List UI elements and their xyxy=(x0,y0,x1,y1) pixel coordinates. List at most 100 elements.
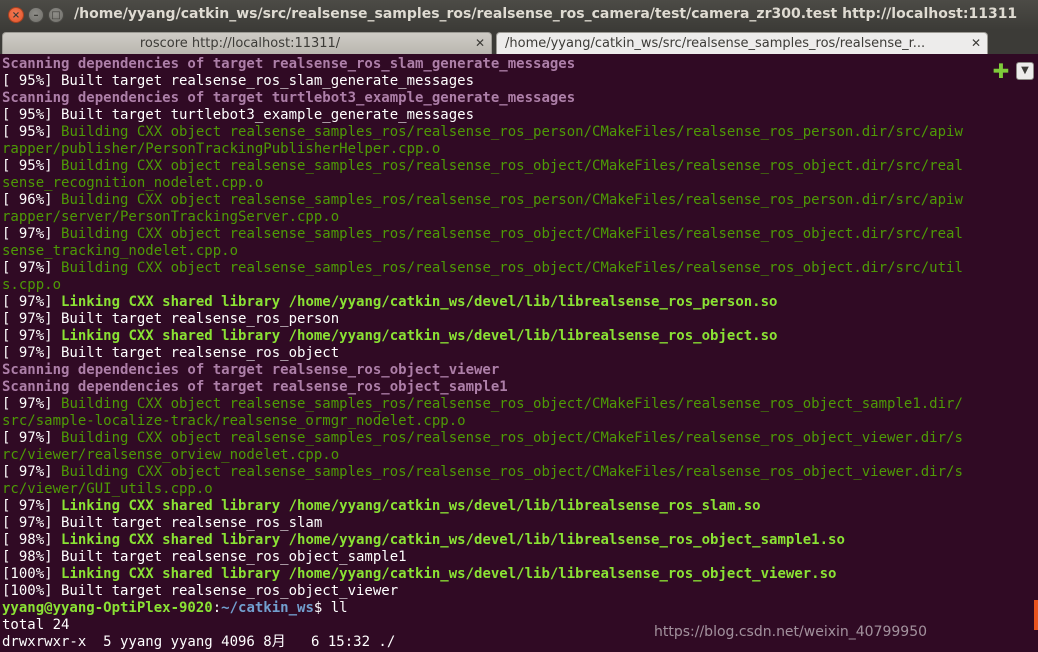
tab-label: /home/yyang/catkin_ws/src/realsense_samp… xyxy=(505,36,926,51)
terminal-line: [ 97%] Linking CXX shared library /home/… xyxy=(2,498,1032,515)
progress-percent: [ 97%] xyxy=(2,260,62,276)
minimize-icon: – xyxy=(33,10,39,21)
progress-percent: [ 95%] xyxy=(2,158,62,174)
line-text: [ 95%] Built target turtlebot3_example_g… xyxy=(2,107,475,123)
progress-percent: [ 97%] xyxy=(2,430,62,446)
terminal-line: Scanning dependencies of target realsens… xyxy=(2,379,1032,396)
progress-percent: [ 97%] xyxy=(2,226,62,242)
line-text: s.cpp.o xyxy=(2,277,62,293)
terminal-line: [ 97%] Building CXX object realsense_sam… xyxy=(2,260,1032,277)
line-text: Building CXX object realsense_samples_ro… xyxy=(61,260,963,276)
line-text: Building CXX object realsense_samples_ro… xyxy=(61,124,963,140)
line-text: sense_tracking_nodelet.cpp.o xyxy=(2,243,239,259)
maximize-icon: □ xyxy=(51,10,61,21)
terminal-line: [ 97%] Built target realsense_ros_person xyxy=(2,311,1032,328)
terminal-line: [ 95%] Built target realsense_ros_slam_g… xyxy=(2,73,1032,90)
terminal-line: rc/viewer/GUI_utils.cpp.o xyxy=(2,481,1032,498)
progress-percent: [ 97%] xyxy=(2,328,62,344)
scrollbar[interactable] xyxy=(1034,600,1038,630)
line-text: src/sample-localize-track/realsense_ormg… xyxy=(2,413,466,429)
line-text: rc/viewer/GUI_utils.cpp.o xyxy=(2,481,213,497)
terminal-line: rapper/server/PersonTrackingServer.cpp.o xyxy=(2,209,1032,226)
terminal-line: [ 97%] Building CXX object realsense_sam… xyxy=(2,464,1032,481)
line-text: Building CXX object realsense_samples_ro… xyxy=(61,430,963,446)
watermark: https://blog.csdn.net/weixin_40799950 xyxy=(654,624,928,640)
tab-label: roscore http://localhost:11311/ xyxy=(139,36,341,51)
terminal-line: [ 98%] Built target realsense_ros_object… xyxy=(2,549,1032,566)
terminal-line: [ 95%] Building CXX object realsense_sam… xyxy=(2,158,1032,175)
line-text: Scanning dependencies of target realsens… xyxy=(2,56,576,72)
line-text: sense_recognition_nodelet.cpp.o xyxy=(2,175,264,191)
line-text: Building CXX object realsense_samples_ro… xyxy=(61,396,963,412)
close-tab-icon[interactable]: ✕ xyxy=(971,33,981,54)
tab-roscore[interactable]: roscore http://localhost:11311/ ✕ xyxy=(2,32,492,54)
shell-prompt: yyang@yyang-OptiPlex-9020:~/catkin_ws$ l… xyxy=(2,600,1032,617)
line-text: Linking CXX shared library /home/yyang/c… xyxy=(61,532,845,548)
line-text: Scanning dependencies of target realsens… xyxy=(2,379,508,395)
line-text: Building CXX object realsense_samples_ro… xyxy=(61,464,963,480)
line-text: Building CXX object realsense_samples_ro… xyxy=(61,226,963,242)
progress-percent: [100%] xyxy=(2,566,62,582)
line-text: [ 97%] Built target realsense_ros_object xyxy=(2,345,340,361)
close-icon: × xyxy=(11,10,21,21)
terminal-line: [ 97%] Built target realsense_ros_slam xyxy=(2,515,1032,532)
terminal-line: [ 97%] Building CXX object realsense_sam… xyxy=(2,430,1032,447)
terminal-line: [ 97%] Built target realsense_ros_object xyxy=(2,345,1032,362)
progress-percent: [ 98%] xyxy=(2,532,62,548)
line-text: Linking CXX shared library /home/yyang/c… xyxy=(61,498,761,514)
terminal-line: s.cpp.o xyxy=(2,277,1032,294)
terminal-line: [ 97%] Linking CXX shared library /home/… xyxy=(2,328,1032,345)
line-text: [ 95%] Built target realsense_ros_slam_g… xyxy=(2,73,475,89)
line-text: [ 97%] Built target realsense_ros_person xyxy=(2,311,340,327)
line-text: rapper/server/PersonTrackingServer.cpp.o xyxy=(2,209,340,225)
close-tab-icon[interactable]: ✕ xyxy=(475,33,485,54)
terminal-line: Scanning dependencies of target realsens… xyxy=(2,362,1032,379)
prompt-cwd: ~/catkin_ws xyxy=(221,600,314,616)
line-text: Building CXX object realsense_samples_ro… xyxy=(61,192,963,208)
line-text: Linking CXX shared library /home/yyang/c… xyxy=(61,566,837,582)
maximize-window-button[interactable]: □ xyxy=(48,7,64,23)
prompt-separator: : xyxy=(212,600,222,616)
line-text: Scanning dependencies of target turtlebo… xyxy=(2,90,576,106)
prompt-symbol: $ xyxy=(313,600,331,616)
line-text: [ 98%] Built target realsense_ros_object… xyxy=(2,549,407,565)
line-text: Linking CXX shared library /home/yyang/c… xyxy=(61,294,778,310)
terminal-line: [ 95%] Built target turtlebot3_example_g… xyxy=(2,107,1032,124)
terminal-line: [ 97%] Linking CXX shared library /home/… xyxy=(2,294,1032,311)
progress-percent: [ 97%] xyxy=(2,396,62,412)
close-window-button[interactable]: × xyxy=(8,7,24,23)
progress-percent: [ 96%] xyxy=(2,192,62,208)
terminal-line: [ 96%] Building CXX object realsense_sam… xyxy=(2,192,1032,209)
line-text: rc/viewer/realsense_orview_nodelet.cpp.o xyxy=(2,447,340,463)
terminal-line: [ 97%] Building CXX object realsense_sam… xyxy=(2,396,1032,413)
line-text: Building CXX object realsense_samples_ro… xyxy=(61,158,963,174)
tab-camera-test[interactable]: /home/yyang/catkin_ws/src/realsense_samp… xyxy=(496,32,988,54)
tab-bar: roscore http://localhost:11311/ ✕ /home/… xyxy=(0,30,1038,81)
terminal-line: [ 97%] Building CXX object realsense_sam… xyxy=(2,226,1032,243)
prompt-user-host: yyang@yyang-OptiPlex-9020 xyxy=(2,600,213,616)
terminal-line: sense_tracking_nodelet.cpp.o xyxy=(2,243,1032,260)
line-text: [ 97%] Built target realsense_ros_slam xyxy=(2,515,323,531)
line-text: Scanning dependencies of target realsens… xyxy=(2,362,500,378)
line-text: rapper/publisher/PersonTrackingPublisher… xyxy=(2,141,441,157)
line-text: [100%] Built target realsense_ros_object… xyxy=(2,583,399,599)
minimize-window-button[interactable]: – xyxy=(28,7,44,23)
terminal-line: [ 95%] Building CXX object realsense_sam… xyxy=(2,124,1032,141)
terminal-line: Scanning dependencies of target realsens… xyxy=(2,56,1032,73)
line-text: Linking CXX shared library /home/yyang/c… xyxy=(61,328,778,344)
terminal-line: sense_recognition_nodelet.cpp.o xyxy=(2,175,1032,192)
terminal-line: [100%] Linking CXX shared library /home/… xyxy=(2,566,1032,583)
terminal-line: [ 98%] Linking CXX shared library /home/… xyxy=(2,532,1032,549)
terminal-output[interactable]: Scanning dependencies of target realsens… xyxy=(2,56,1032,652)
prompt-command: ll xyxy=(330,600,348,616)
progress-percent: [ 97%] xyxy=(2,498,62,514)
terminal-line: src/sample-localize-track/realsense_ormg… xyxy=(2,413,1032,430)
terminal-line: [100%] Built target realsense_ros_object… xyxy=(2,583,1032,600)
progress-percent: [ 97%] xyxy=(2,294,62,310)
window-titlebar: × – □ /home/yyang/catkin_ws/src/realsens… xyxy=(0,0,1038,31)
terminal-line: Scanning dependencies of target turtlebo… xyxy=(2,90,1032,107)
progress-percent: [ 95%] xyxy=(2,124,62,140)
window-title: /home/yyang/catkin_ws/src/realsense_samp… xyxy=(74,6,1018,22)
progress-percent: [ 97%] xyxy=(2,464,62,480)
terminal-line: rapper/publisher/PersonTrackingPublisher… xyxy=(2,141,1032,158)
